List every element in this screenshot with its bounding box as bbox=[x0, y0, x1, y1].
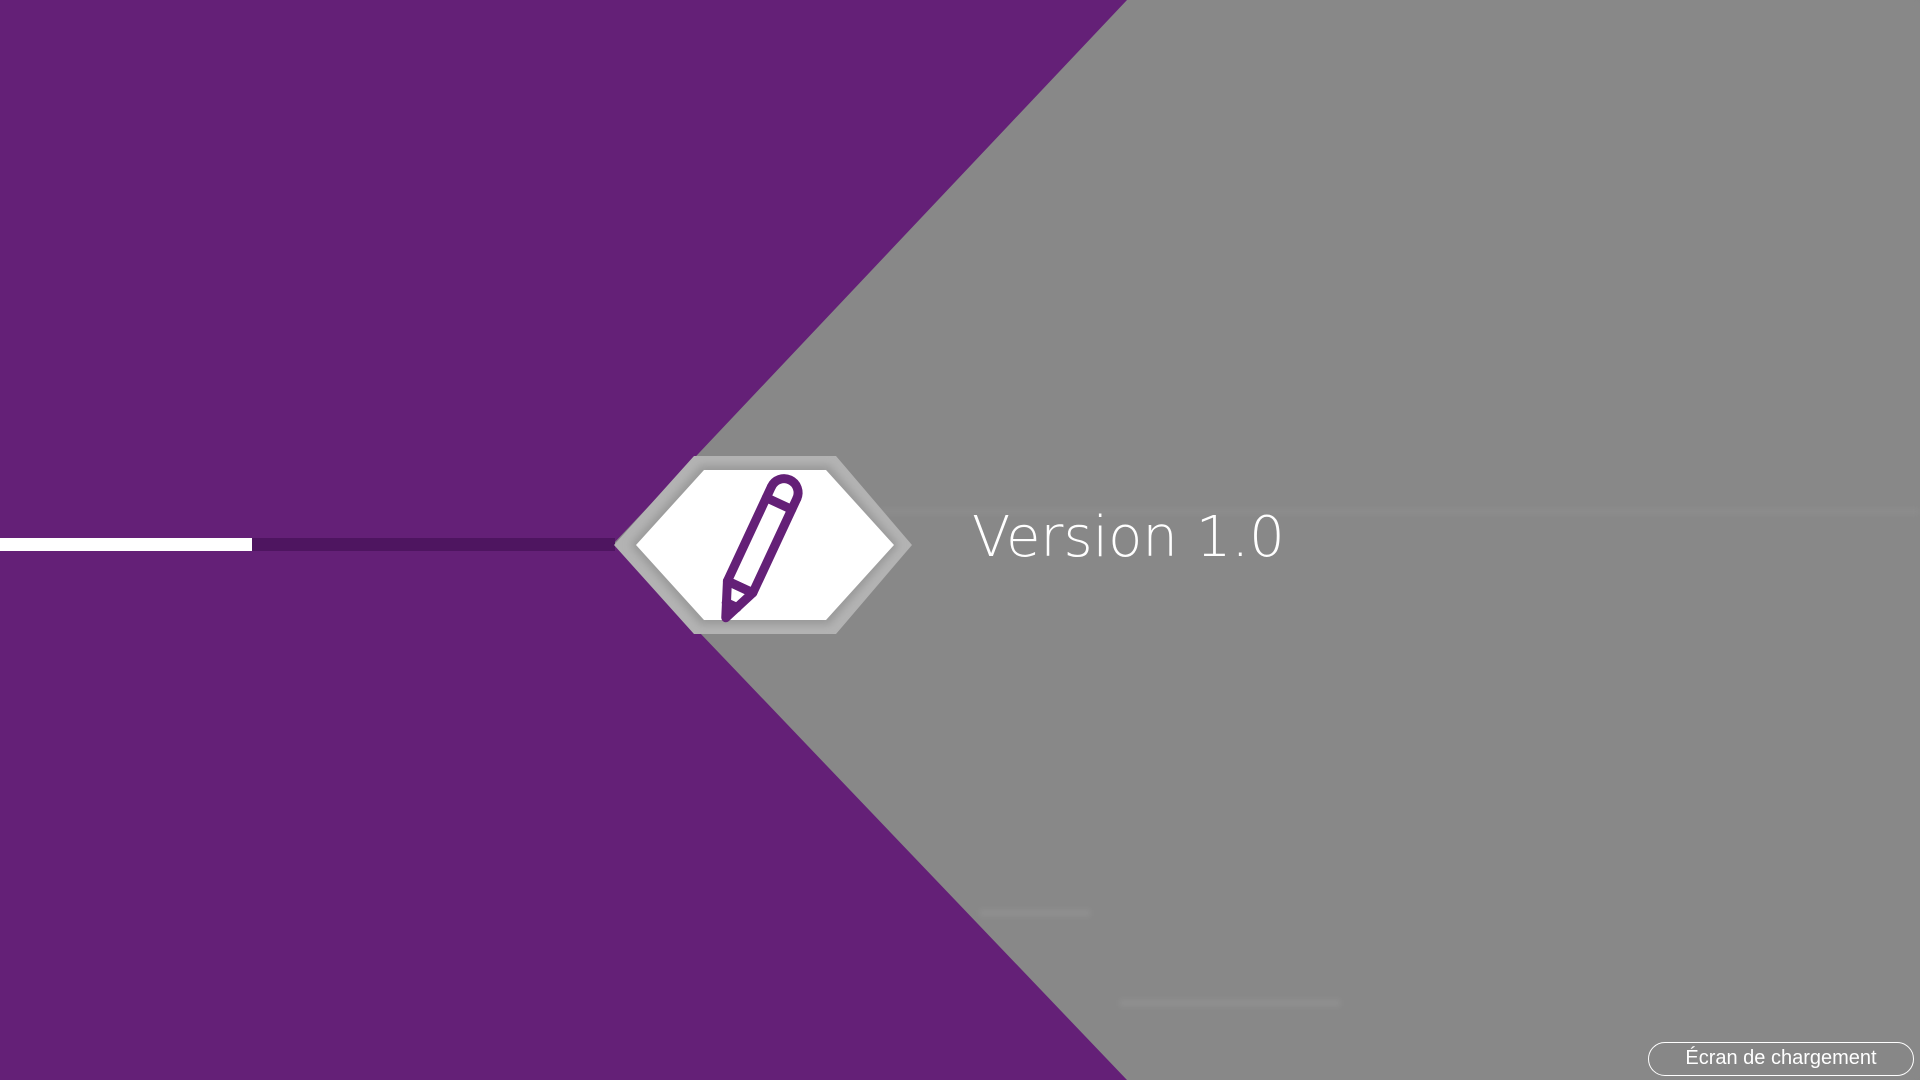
loading-status-badge: Écran de chargement bbox=[1648, 1042, 1914, 1076]
background-divider bbox=[980, 910, 1090, 916]
background-divider bbox=[1120, 1000, 1340, 1006]
splash-screen: Version 1.0 Écran de chargement bbox=[0, 0, 1920, 1080]
loading-progress-fill bbox=[0, 538, 253, 551]
loading-progress-bar bbox=[0, 538, 615, 551]
version-label: Version 1.0 bbox=[972, 505, 1285, 570]
app-logo bbox=[614, 456, 912, 634]
